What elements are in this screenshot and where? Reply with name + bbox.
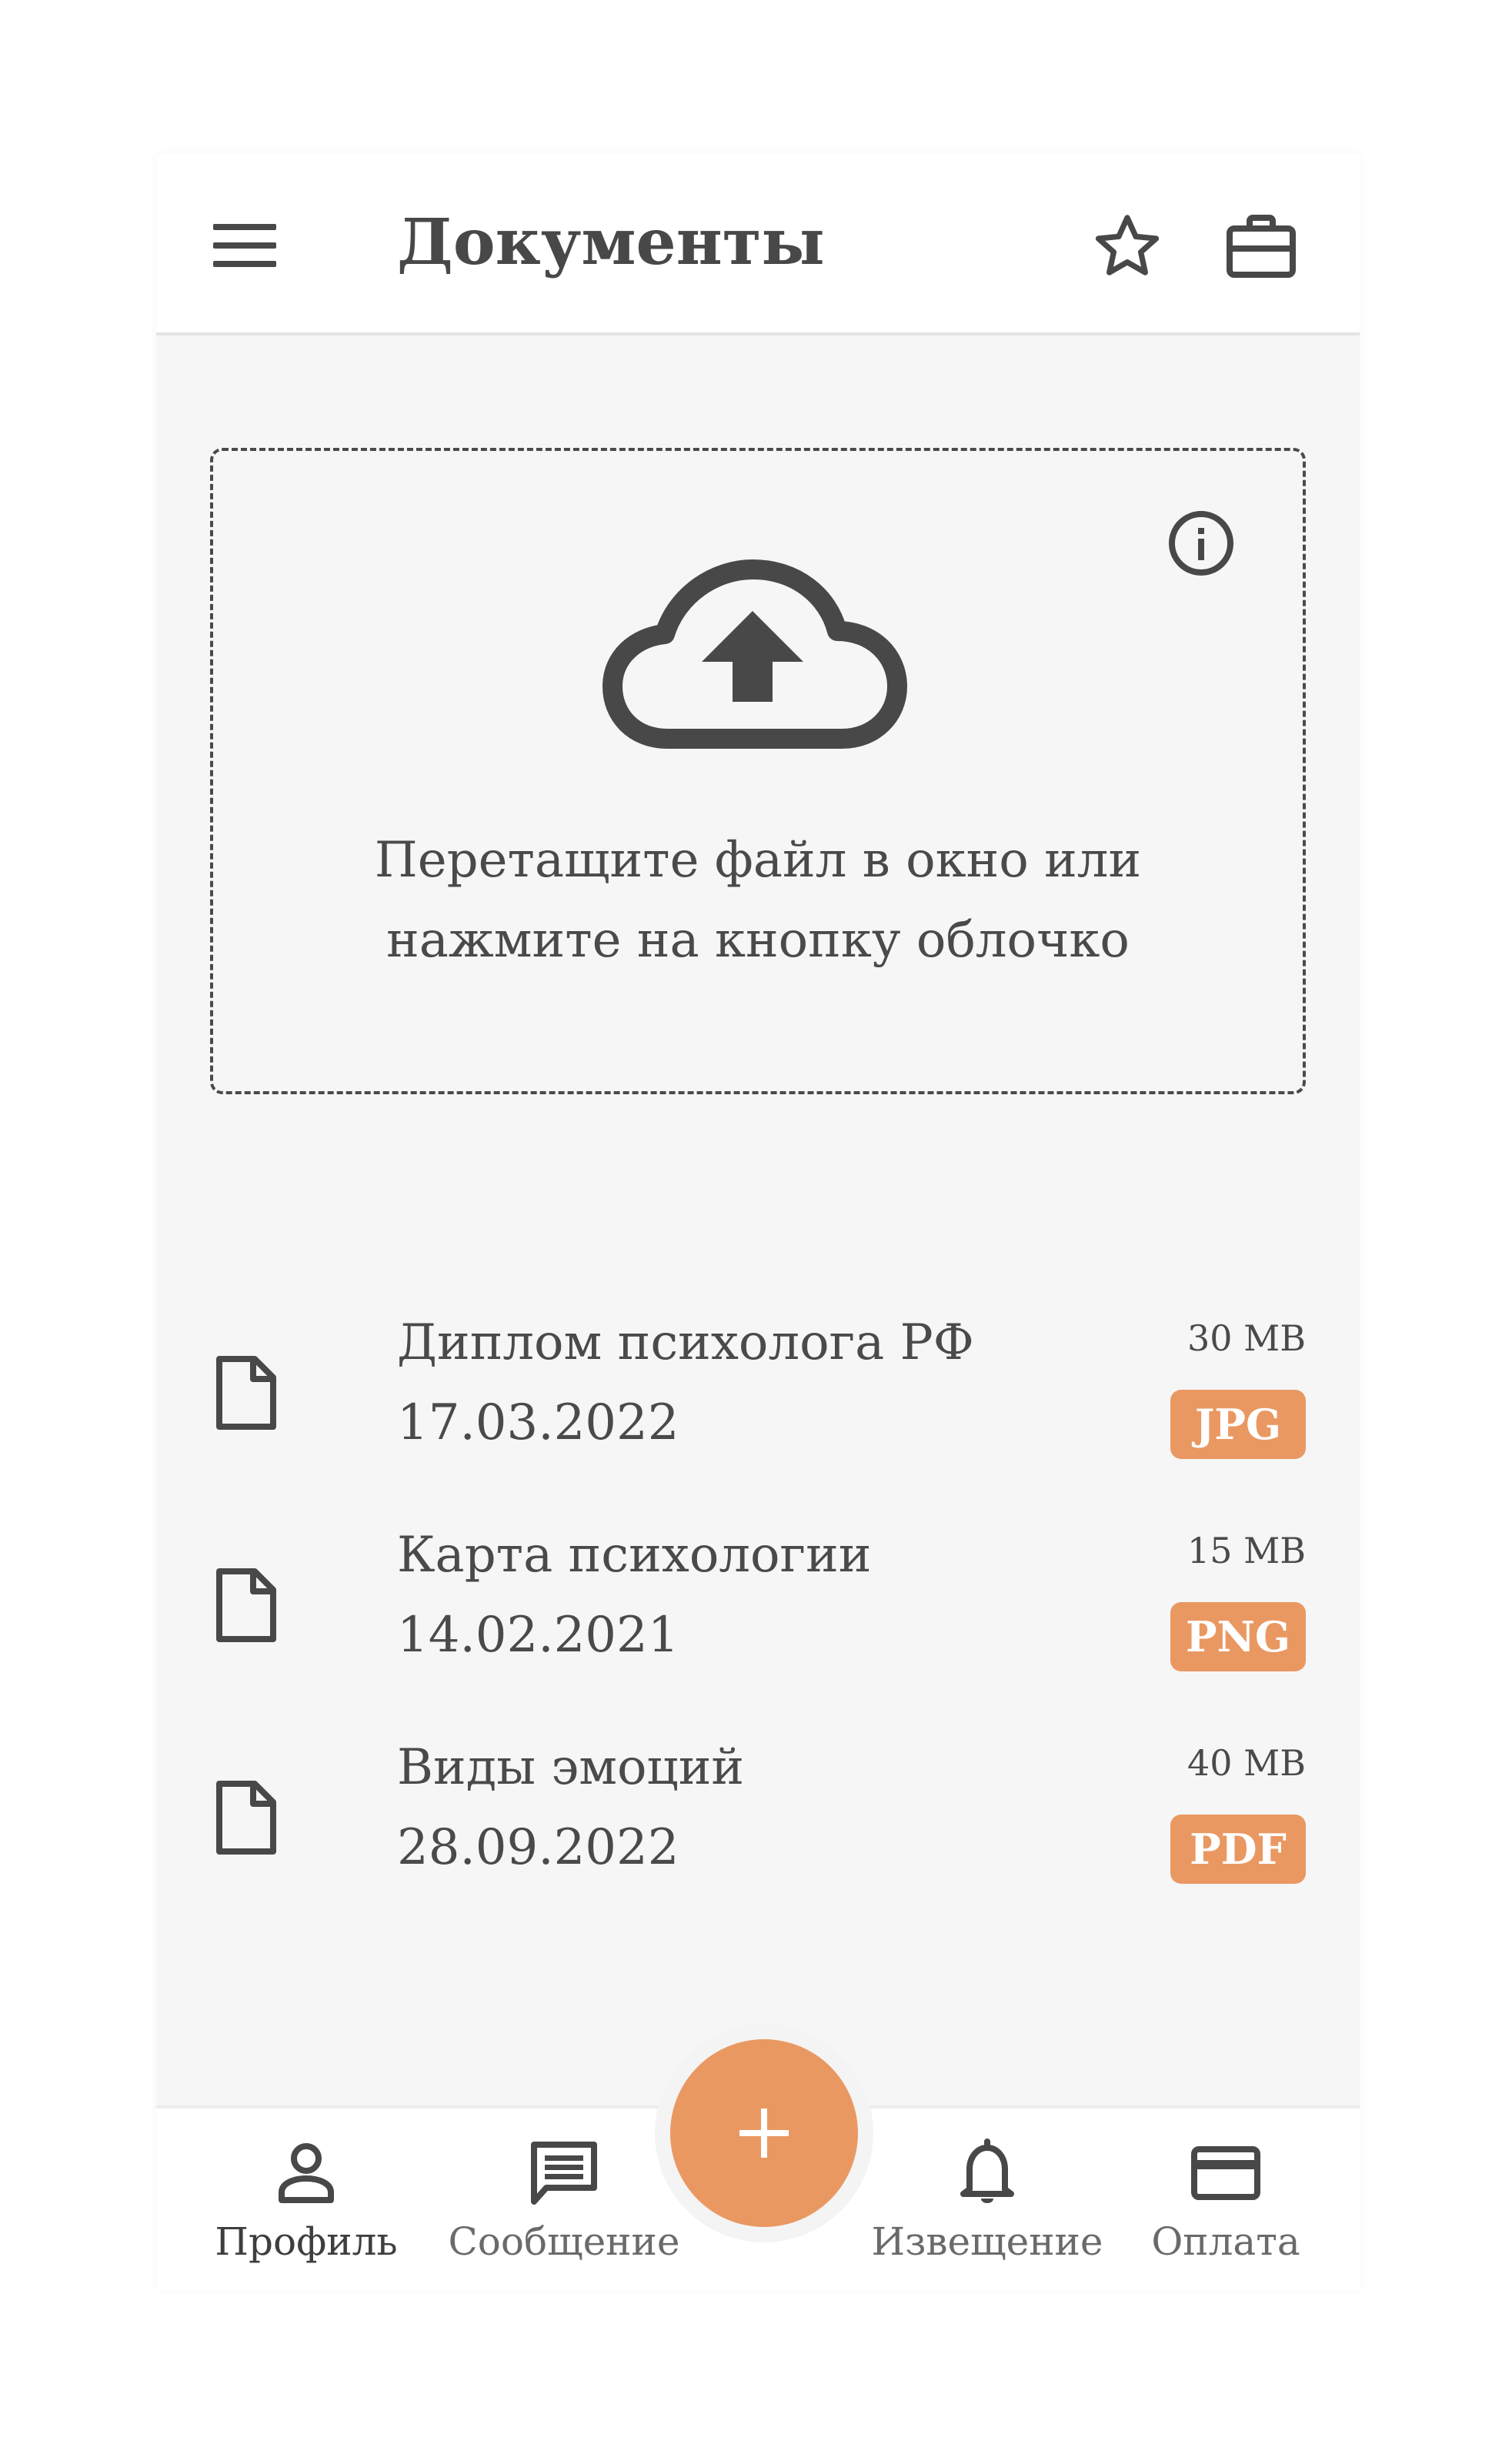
nav-item-profile[interactable]: Профиль bbox=[210, 2135, 402, 2273]
file-type-badge: PNG bbox=[1170, 1602, 1306, 1671]
nav-label-notifications: Извещение bbox=[871, 2219, 1103, 2264]
dropzone-text-line1: Перетащите файл в окно или bbox=[374, 832, 1142, 889]
add-button[interactable] bbox=[670, 2039, 858, 2227]
info-button[interactable] bbox=[1164, 506, 1238, 580]
file-list-item[interactable]: Виды эмоций 28.09.2022 40 MB PDF bbox=[156, 1733, 1360, 1933]
info-icon bbox=[1169, 511, 1233, 576]
file-dropzone[interactable]: Перетащите файл в окно или нажмите на кн… bbox=[210, 448, 1306, 1094]
file-icon bbox=[216, 1781, 276, 1855]
top-app-bar: Документы bbox=[156, 154, 1360, 336]
plus-icon bbox=[739, 2108, 789, 2158]
file-date: 17.03.2022 bbox=[397, 1394, 679, 1451]
file-list-item[interactable]: Диплом психолога РФ 17.03.2022 30 MB JPG bbox=[156, 1308, 1360, 1508]
file-list-item[interactable]: Карта психологии 14.02.2021 15 MB PNG bbox=[156, 1521, 1360, 1721]
star-icon bbox=[1095, 215, 1160, 275]
nav-label-profile: Профиль bbox=[215, 2219, 398, 2264]
hamburger-menu-icon bbox=[213, 224, 276, 267]
briefcase-icon bbox=[1227, 215, 1296, 278]
message-icon bbox=[531, 2142, 597, 2205]
portfolio-button[interactable] bbox=[1223, 208, 1300, 285]
person-icon bbox=[279, 2143, 334, 2203]
dropzone-instructions: Перетащите файл в окно или нажмите на кн… bbox=[213, 820, 1303, 980]
nav-item-payment[interactable]: Оплата bbox=[1149, 2135, 1303, 2273]
file-size: 30 MB bbox=[1187, 1317, 1306, 1359]
app-screen: Документы Перетащите файл в окно или наж… bbox=[156, 154, 1360, 2290]
nav-label-payment: Оплата bbox=[1151, 2219, 1300, 2264]
page-title: Документы bbox=[397, 205, 825, 279]
file-name: Диплом психолога РФ bbox=[397, 1314, 974, 1371]
file-name: Карта психологии bbox=[397, 1527, 872, 1584]
cloud-upload-icon[interactable] bbox=[602, 551, 910, 759]
file-size: 15 MB bbox=[1187, 1530, 1306, 1571]
file-date: 28.09.2022 bbox=[397, 1819, 679, 1876]
file-type-badge: JPG bbox=[1170, 1390, 1306, 1459]
dropzone-text-line2: нажмите на кнопку облочко bbox=[386, 912, 1130, 969]
nav-item-notifications[interactable]: Извещение bbox=[860, 2135, 1114, 2273]
file-type-badge: PDF bbox=[1170, 1815, 1306, 1884]
file-icon bbox=[216, 1568, 276, 1642]
credit-card-icon bbox=[1191, 2146, 1260, 2200]
nav-item-messages[interactable]: Сообщение bbox=[441, 2135, 687, 2273]
favorite-button[interactable] bbox=[1089, 208, 1166, 285]
bell-icon bbox=[960, 2138, 1014, 2203]
file-icon bbox=[216, 1356, 276, 1430]
file-name: Виды эмоций bbox=[397, 1739, 744, 1796]
menu-button[interactable] bbox=[210, 211, 279, 280]
nav-label-messages: Сообщение bbox=[448, 2219, 680, 2264]
file-size: 40 MB bbox=[1187, 1742, 1306, 1784]
file-date: 14.02.2021 bbox=[397, 1607, 679, 1664]
